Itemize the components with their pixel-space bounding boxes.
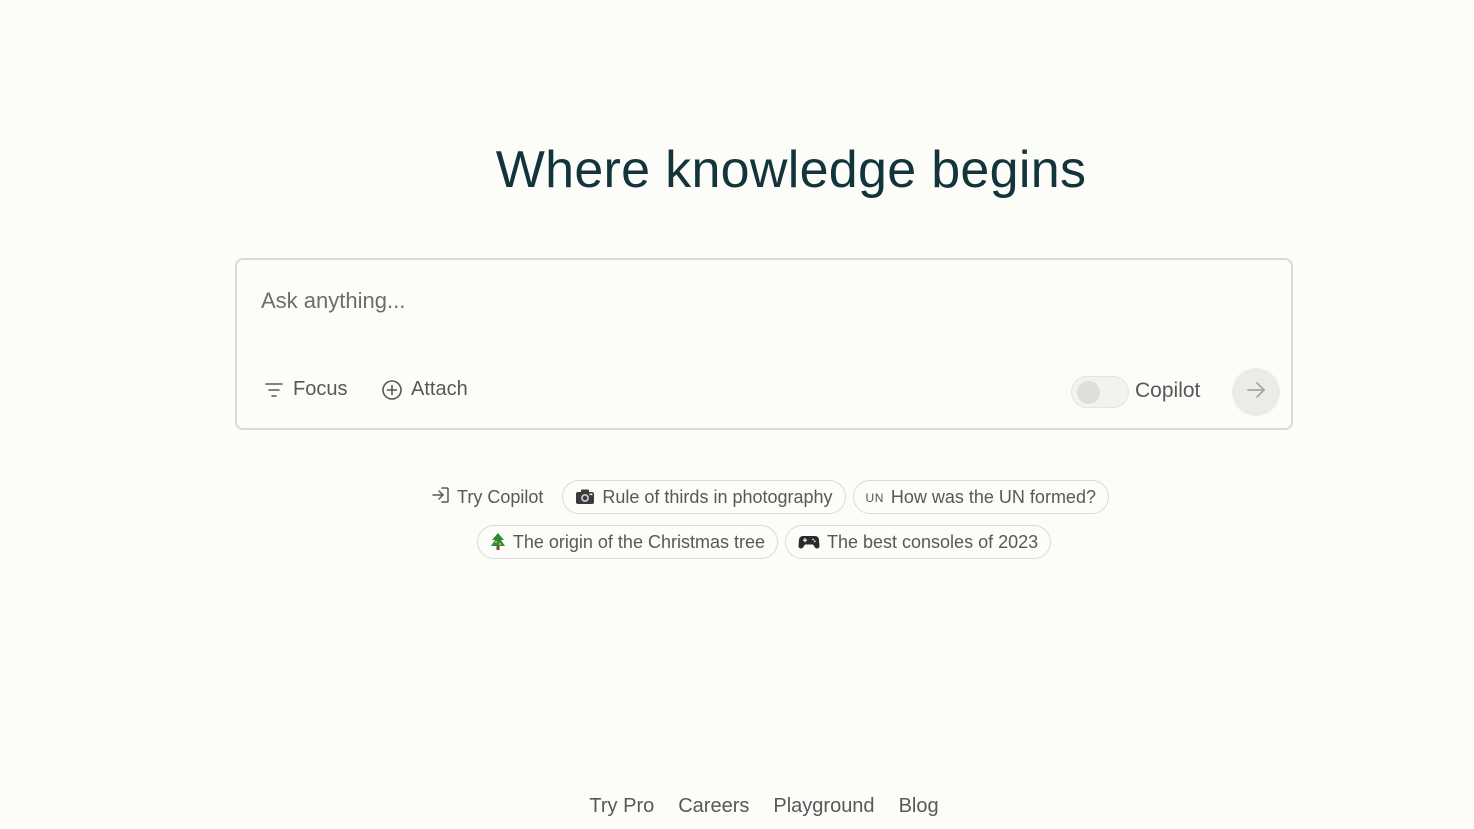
attach-label: Attach [411, 378, 468, 400]
arrow-right-icon [1245, 379, 1267, 406]
suggestion-label: Rule of thirds in photography [602, 486, 833, 507]
focus-label: Focus [293, 378, 348, 400]
try-copilot-label: Try Copilot [457, 486, 544, 507]
footer-link-try-pro[interactable]: Try Pro [589, 795, 654, 818]
camera-icon [575, 488, 595, 506]
filter-icon [263, 379, 285, 401]
copilot-toggle[interactable] [1071, 376, 1129, 408]
footer-link-playground[interactable]: Playground [773, 795, 874, 818]
suggestion-label: The origin of the Christmas tree [512, 531, 765, 552]
search-box: Focus Attach Copilot [235, 258, 1293, 430]
suggestion-label: The best consoles of 2023 [826, 531, 1039, 552]
suggestions-row-1: Try Copilot Rule of thirds in photograph… [0, 480, 1474, 514]
footer: Try Pro Careers Playground Blog [0, 795, 1474, 818]
suggestion-chip[interactable]: Rule of thirds in photography [562, 480, 846, 514]
focus-button[interactable]: Focus [263, 378, 347, 401]
copilot-label: Copilot [1135, 379, 1201, 402]
toggle-knob [1077, 381, 1100, 404]
footer-link-blog[interactable]: Blog [899, 795, 939, 818]
christmas-tree-icon [490, 532, 506, 552]
suggestion-label: How was the UN formed? [890, 486, 1096, 507]
page-title: Where knowledge begins [495, 141, 1087, 199]
submit-button[interactable] [1232, 368, 1280, 416]
attach-button[interactable]: Attach [381, 378, 468, 401]
game-controller-icon [798, 534, 820, 550]
footer-link-careers[interactable]: Careers [678, 795, 749, 818]
search-input[interactable] [261, 286, 1161, 316]
suggestion-chip[interactable]: The best consoles of 2023 [784, 525, 1052, 559]
plus-circle-icon [381, 379, 403, 401]
suggestion-chip[interactable]: UN How was the UN formed? [852, 480, 1109, 514]
suggestions-row-2: The origin of the Christmas tree The bes… [0, 525, 1474, 559]
try-copilot-button[interactable]: Try Copilot [419, 480, 555, 514]
page: Where knowledge begins Focus Att [0, 0, 1474, 829]
un-icon: UN [865, 491, 884, 505]
sign-in-arrow-icon [431, 485, 451, 510]
suggestion-chip[interactable]: The origin of the Christmas tree [476, 525, 778, 559]
